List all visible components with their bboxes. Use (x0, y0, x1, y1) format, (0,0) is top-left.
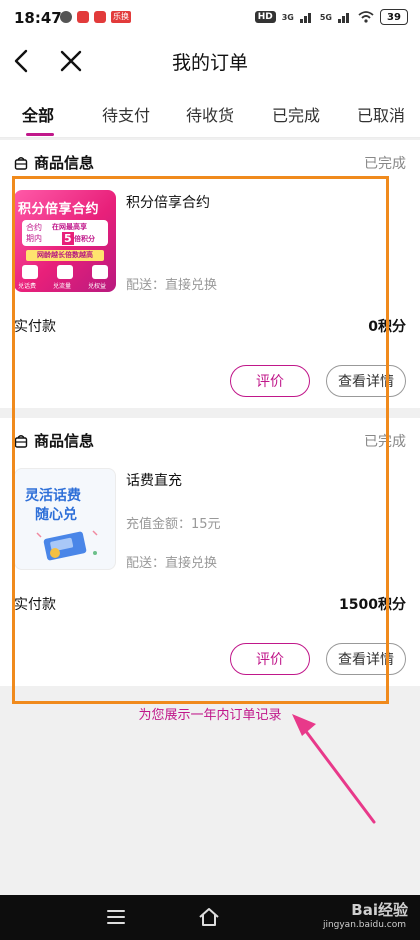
section-title: 商品信息 (34, 432, 95, 450)
shopping-bag-icon (14, 156, 28, 170)
tab-indicator (26, 133, 54, 136)
app-badge-icon: 乐换 (111, 11, 131, 23)
status-bar: 18:47 乐换 HD 3G 5G 39 (0, 0, 420, 36)
app-icon (94, 11, 106, 23)
thumb-headline: 积分倍享合约 (18, 202, 100, 217)
weibo-icon (77, 11, 89, 23)
signal-bars-icon (299, 13, 311, 23)
tab-all[interactable]: 全部 (22, 102, 54, 126)
thumb-box: 合约 期内 在网最高享 5 倍积分 (22, 220, 108, 246)
home-icon[interactable] (198, 907, 220, 927)
footer-note: 为您展示一年内订单记录 (138, 708, 282, 723)
payment-label: 实付款 (14, 319, 56, 335)
tab-pending-payment[interactable]: 待支付 (102, 102, 150, 126)
review-button[interactable]: 评价 (230, 643, 310, 675)
benefit-icon (92, 265, 108, 279)
thumb-banner: 网龄越长倍数越高 (26, 250, 104, 261)
view-details-button[interactable]: 查看详情 (326, 365, 406, 397)
order-card: 商品信息 已完成 积分倍享合约 合约 期内 在网最高享 5 倍积分 网龄越长倍数… (0, 140, 420, 408)
order-status: 已完成 (364, 434, 406, 450)
order-tabs: 全部 待支付 待收货 已完成 已取消 (0, 86, 420, 138)
thumb-icon-label: 兑流量 (53, 283, 72, 290)
status-indicators: HD 3G 5G 39 (254, 9, 408, 25)
payment-value: 0积分 (368, 319, 406, 335)
thumb-text: 在网最高享 (52, 223, 87, 231)
payment-label: 实付款 (14, 597, 56, 613)
product-thumbnail[interactable]: 灵活话费 随心兑 (14, 468, 116, 570)
signal-bars-icon (338, 13, 349, 23)
tab-pending-receipt[interactable]: 待收货 (186, 102, 234, 126)
card-header: 商品信息 (14, 152, 94, 173)
thumb-icon-label: 兑话费 (18, 283, 37, 290)
order-card: 商品信息 已完成 灵活话费 随心兑 话费直充 充值金额：15元 配送：直接兑换 … (0, 418, 420, 686)
hd-icon: HD (254, 11, 276, 23)
page-title: 我的订单 (171, 52, 248, 74)
section-title: 商品信息 (34, 154, 95, 172)
phone-card-illustration-icon (36, 530, 98, 561)
thumb-text: 期内 (26, 234, 42, 243)
product-name[interactable]: 话费直充 (126, 470, 182, 490)
tab-completed[interactable]: 已完成 (272, 102, 320, 126)
status-time: 18:47 (14, 9, 62, 27)
signal-5g-icon: 5G (319, 12, 332, 22)
phone-bill-icon (22, 265, 38, 279)
data-flow-icon (57, 265, 73, 279)
message-icon (60, 11, 72, 23)
signal-3g-icon: 3G (281, 12, 294, 22)
order-status: 已完成 (364, 156, 406, 172)
card-header: 商品信息 (14, 430, 94, 451)
thumb-icon-label: 兑权益 (88, 283, 107, 290)
payment-value: 1500积分 (339, 597, 406, 613)
thumb-subline: 随心兑 (35, 507, 77, 523)
thumb-headline: 灵活话费 (25, 488, 81, 504)
recharge-amount: 充值金额：15元 (126, 517, 221, 532)
delivery-info: 配送：直接兑换 (126, 278, 218, 293)
menu-icon[interactable] (105, 907, 127, 927)
tab-cancelled[interactable]: 已取消 (357, 102, 405, 126)
watermark-logo: Bai经验 (351, 901, 408, 919)
shopping-bag-icon (14, 434, 28, 448)
review-button[interactable]: 评价 (230, 365, 310, 397)
wifi-icon (358, 11, 374, 23)
view-details-button[interactable]: 查看详情 (326, 643, 406, 675)
battery-icon: 39 (380, 9, 408, 25)
thumb-text: 合约 (26, 223, 42, 232)
product-thumbnail[interactable]: 积分倍享合约 合约 期内 在网最高享 5 倍积分 网龄越长倍数越高 兑话费 兑流… (14, 190, 116, 292)
watermark-url: jingyan.baidu.com (322, 920, 406, 930)
delivery-info: 配送：直接兑换 (126, 556, 218, 571)
thumb-text: 倍积分 (74, 235, 95, 243)
product-name[interactable]: 积分倍享合约 (126, 192, 210, 212)
notification-icons: 乐换 (60, 11, 131, 23)
nav-bar: 我的订单 (0, 36, 420, 86)
thumb-number: 5 (62, 232, 74, 245)
annotation-arrow-icon (292, 714, 376, 824)
